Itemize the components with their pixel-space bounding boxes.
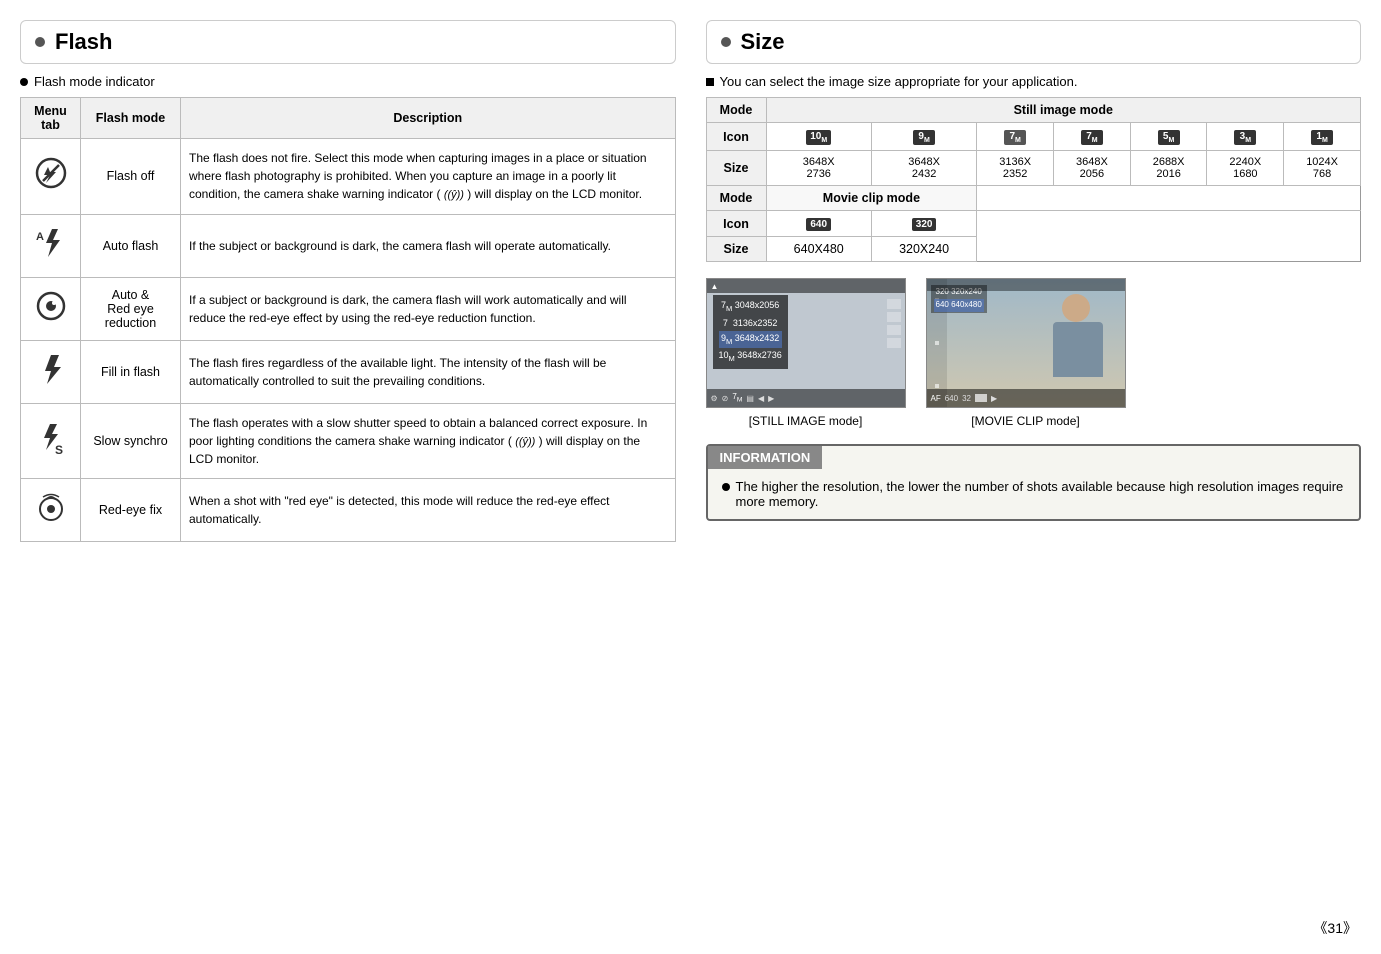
table-row: Size 640X480 320X240 [706, 237, 1361, 262]
movie-size-320: 320X240 [871, 237, 976, 262]
size-row-label: Size [706, 151, 766, 186]
info-box-header: INFORMATION [708, 446, 823, 469]
flash-icon-fill [21, 340, 81, 403]
movie-mode-label: Movie clip mode [766, 186, 977, 211]
flash-icon-off [21, 139, 81, 215]
movie-icon-640: 640 [766, 211, 871, 237]
size-section: Size You can select the image size appro… [706, 20, 1362, 542]
square-bullet-icon [706, 78, 714, 86]
flash-mode-fill: Fill in flash [81, 340, 181, 403]
flash-section: Flash Flash mode indicator Menu tab Flas… [20, 20, 676, 542]
svg-text:S: S [55, 443, 63, 456]
flash-title: Flash [55, 29, 112, 55]
table-row: Flash off The flash does not fire. Selec… [21, 139, 676, 215]
info-bullet: The higher the resolution, the lower the… [722, 479, 1346, 509]
mode-header-cell: Mode [706, 98, 766, 123]
flash-header: Flash [20, 20, 676, 64]
size-title: Size [741, 29, 785, 55]
flash-icon-slow: S [21, 403, 81, 479]
info-box-body: The higher the resolution, the lower the… [708, 469, 1360, 519]
flash-desc-fix: When a shot with "red eye" is detected, … [181, 479, 676, 542]
table-row: Fill in flash The flash fires regardless… [21, 340, 676, 403]
size-header: Size [706, 20, 1362, 64]
flash-desc-redeye: If a subject or background is dark, the … [181, 277, 676, 340]
size-bullet-text: You can select the image size appropriat… [720, 74, 1078, 89]
flash-icon-redeye [21, 277, 81, 340]
still-preview-box: ▲ 7M 3048x2056 7 3136x2352 9M 3648x2432 … [706, 278, 906, 428]
size-val-9: 3648X2432 [871, 151, 976, 186]
flash-icon-fix [21, 479, 81, 542]
flash-icon-auto: A [21, 214, 81, 277]
movie-size-640: 640X480 [766, 237, 871, 262]
info-bullet-dot [722, 483, 730, 491]
info-box: INFORMATION The higher the resolution, t… [706, 444, 1362, 521]
still-mode-label: Still image mode [766, 98, 1361, 123]
flash-bullet-text: Flash mode indicator [34, 74, 155, 89]
flash-mode-auto: Auto flash [81, 214, 181, 277]
size-val-7b: 3648X2056 [1054, 151, 1131, 186]
flash-col-mode: Flash mode [81, 98, 181, 139]
size-icon-1: 1M [1284, 123, 1361, 151]
size-table: Mode Still image mode Icon 10M 9M 7M 7M … [706, 97, 1362, 262]
flash-desc-auto: If the subject or background is dark, th… [181, 214, 676, 277]
flash-desc-off: The flash does not fire. Select this mod… [181, 139, 676, 215]
movie-icon-320: 320 [871, 211, 976, 237]
table-row: S Slow synchro The flash operates with a… [21, 403, 676, 479]
size-icon-9: 9M [871, 123, 976, 151]
size-dot [721, 37, 731, 47]
movie-bottom-bar: AF 640 32 ▶ [927, 389, 1125, 407]
size-val-5: 2688X2016 [1130, 151, 1207, 186]
size-val-10: 3648X2736 [766, 151, 871, 186]
flash-bullet-note: Flash mode indicator [20, 74, 676, 89]
page-number: 《31》 [1313, 918, 1357, 938]
flash-mode-slow: Slow synchro [81, 403, 181, 479]
bullet-dot [20, 78, 28, 86]
camera-preview: ▲ 7M 3048x2056 7 3136x2352 9M 3648x2432 … [706, 278, 1362, 428]
flash-mode-redeye: Auto &Red eyereduction [81, 277, 181, 340]
flash-desc-slow: The flash operates with a slow shutter s… [181, 403, 676, 479]
flash-col-desc: Description [181, 98, 676, 139]
movie-mode-header: Mode [706, 186, 766, 211]
table-row: Red-eye fix When a shot with "red eye" i… [21, 479, 676, 542]
size-icon-10: 10M [766, 123, 871, 151]
size-icon-7b: 7M [1054, 123, 1131, 151]
table-row: A Auto flash If the subject or backgroun… [21, 214, 676, 277]
movie-caption: [MOVIE CLIP mode] [926, 414, 1126, 428]
table-row: Mode Still image mode [706, 98, 1361, 123]
movie-size-label: Size [706, 237, 766, 262]
movie-icon-label: Icon [706, 211, 766, 237]
flash-dot [35, 37, 45, 47]
icon-row-label: Icon [706, 123, 766, 151]
size-icon-3: 3M [1207, 123, 1284, 151]
still-bottom-bar: ⚙ ⊘ 7M ▤ ◀ ▶ [707, 389, 905, 407]
size-val-3: 2240X1680 [1207, 151, 1284, 186]
still-screen: ▲ 7M 3048x2056 7 3136x2352 9M 3648x2432 … [706, 278, 906, 408]
table-row: Icon 640 320 [706, 211, 1361, 237]
table-row: Icon 10M 9M 7M 7M 5M 3M 1M [706, 123, 1361, 151]
svg-text:A: A [36, 231, 44, 243]
flash-mode-fix: Red-eye fix [81, 479, 181, 542]
size-val-1: 1024X768 [1284, 151, 1361, 186]
flash-desc-fill: The flash fires regardless of the availa… [181, 340, 676, 403]
movie-preview-box: 320 320x240 640 640x480 AF 640 32 ▶ [MOV… [926, 278, 1126, 428]
flash-mode-off: Flash off [81, 139, 181, 215]
size-icon-5: 5M [1130, 123, 1207, 151]
table-row: Size 3648X2736 3648X2432 3136X2352 3648X… [706, 151, 1361, 186]
still-menu-overlay: 7M 3048x2056 7 3136x2352 9M 3648x2432 10… [713, 295, 788, 369]
flash-col-menu: Menu tab [21, 98, 81, 139]
table-row: Auto &Red eyereduction If a subject or b… [21, 277, 676, 340]
size-bullet-note: You can select the image size appropriat… [706, 74, 1362, 89]
still-caption: [STILL IMAGE mode] [706, 414, 906, 428]
table-row: Mode Movie clip mode [706, 186, 1361, 211]
size-val-7a: 3136X2352 [977, 151, 1054, 186]
flash-table: Menu tab Flash mode Description Flas [20, 97, 676, 542]
size-icon-7a: 7M [977, 123, 1054, 151]
movie-screen: 320 320x240 640 640x480 AF 640 32 ▶ [926, 278, 1126, 408]
info-text: The higher the resolution, the lower the… [736, 479, 1346, 509]
